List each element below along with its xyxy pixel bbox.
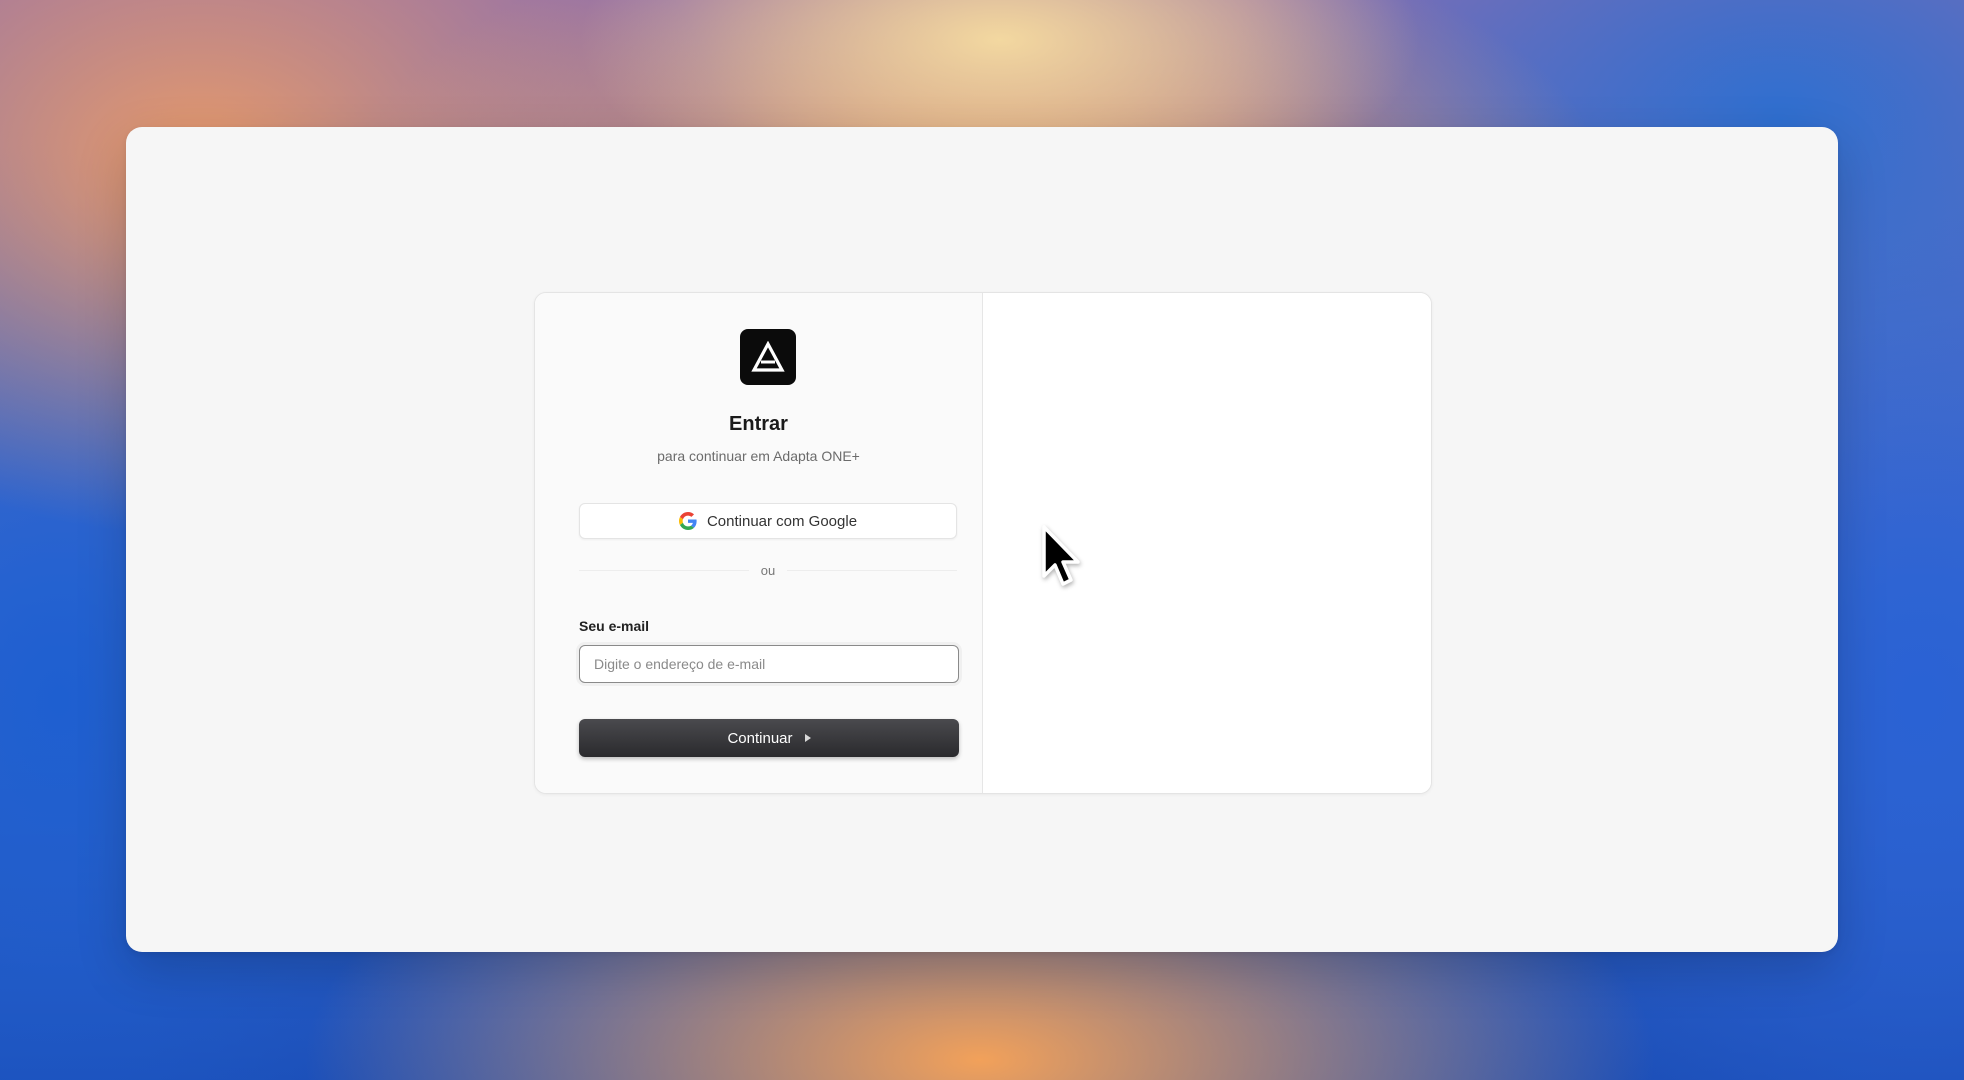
triangle-logo-icon (751, 341, 785, 372)
continue-button-label: Continuar (727, 729, 793, 747)
email-field-label: Seu e-mail (579, 618, 650, 634)
mouse-pointer-icon (1042, 525, 1080, 586)
google-g-icon (678, 512, 697, 530)
caret-right-icon (804, 734, 811, 742)
divider-line-right (787, 570, 957, 571)
page-subtitle: para continuar em Adapta ONE+ (657, 448, 860, 464)
divider-text: ou (760, 563, 776, 578)
google-sign-in-button[interactable]: Continuar com Google (579, 503, 957, 539)
adapta-logo-icon (740, 329, 796, 385)
sign-in-form-panel: Entrar para continuar em Adapta ONE+ Con… (535, 293, 983, 793)
page-title: Entrar (729, 413, 788, 435)
email-field[interactable] (579, 645, 959, 683)
sign-in-card: Entrar para continuar em Adapta ONE+ Con… (534, 292, 1432, 794)
continue-button[interactable]: Continuar (579, 719, 959, 757)
google-button-label: Continuar com Google (706, 512, 858, 530)
app-window: Entrar para continuar em Adapta ONE+ Con… (126, 127, 1838, 952)
divider-line-left (579, 570, 749, 571)
or-divider: ou (579, 563, 957, 578)
